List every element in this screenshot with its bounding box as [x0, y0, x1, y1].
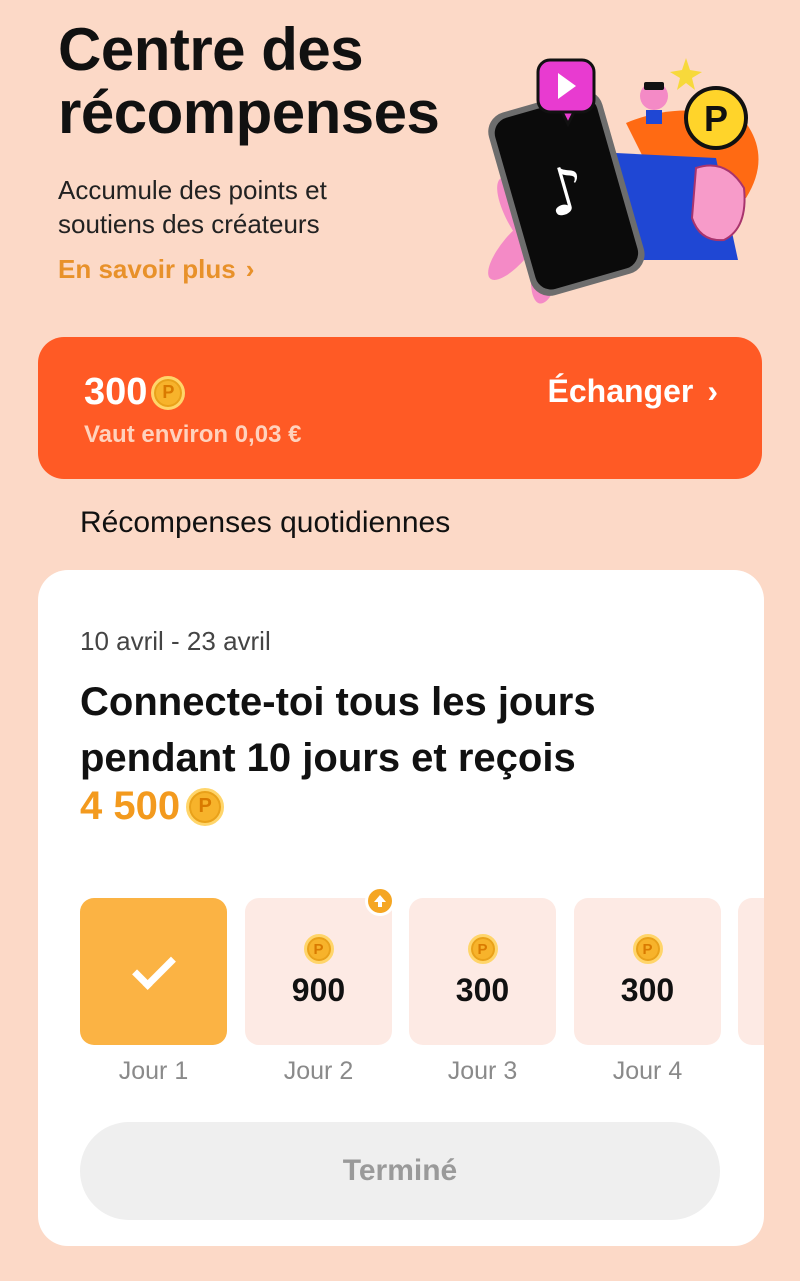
points-worth: Vaut environ 0,03 € [84, 421, 302, 448]
reward-value: 4 500 [80, 784, 181, 828]
exchange-label: Échanger [547, 373, 694, 409]
svg-text:P: P [704, 98, 728, 139]
day-label: Jour 1 [118, 1057, 189, 1085]
chevron-right-icon: › [707, 373, 718, 409]
learn-more-link[interactable]: En savoir plus › [58, 254, 254, 285]
day-value: 300 [455, 972, 510, 1008]
coin-icon: P [467, 934, 498, 964]
check-icon [131, 945, 176, 990]
boost-arrow-icon [365, 886, 395, 916]
page-title: Centre des récompenses [58, 16, 440, 146]
day-tile[interactable]: P 900 [245, 886, 395, 1045]
coin-icon: P [632, 934, 663, 964]
campaign-reward: 4 500 P [80, 784, 225, 829]
day-list[interactable]: Jour 1 P 900 Jour 2 P 300 Jour 3 P 300 J… [80, 886, 764, 1098]
day-value: 300 [620, 972, 675, 1008]
learn-more-label: En savoir plus [58, 254, 236, 284]
day-item-4[interactable]: P 300 Jour 4 [574, 898, 721, 1086]
day-tile[interactable]: P 300 [409, 898, 556, 1045]
rewards-page: Centre des récompenses Accumule des poin… [0, 0, 800, 1281]
day-label: Jour 2 [283, 1057, 354, 1085]
day-item-1[interactable]: Jour 1 [80, 898, 227, 1086]
daily-reward-card: 10 avril - 23 avril Connecte-toi tous le… [38, 570, 764, 1246]
day-tile[interactable] [80, 898, 227, 1045]
exchange-button[interactable]: Échanger › [548, 373, 718, 410]
day-item-5-partial[interactable] [738, 898, 764, 1045]
day-item-3[interactable]: P 300 Jour 3 [409, 898, 556, 1086]
day-tile[interactable] [738, 898, 764, 1045]
rewards-illustration: P ♪ [488, 58, 759, 304]
coin-icon: P [303, 934, 334, 964]
coin-icon: P [186, 787, 225, 826]
day-value: 900 [291, 972, 346, 1008]
campaign-headline: Connecte-toi tous les jours pendant 10 j… [80, 680, 596, 780]
day-tile[interactable]: P 300 [574, 898, 721, 1045]
points-balance-banner[interactable]: 300 P Vaut environ 0,03 € Échanger › [38, 337, 762, 479]
page-subtitle: Accumule des points et soutiens des créa… [58, 175, 327, 239]
day-label: Jour 3 [447, 1057, 518, 1085]
coin-icon: P [151, 375, 186, 410]
section-title: Récompenses quotidiennes [80, 506, 451, 539]
campaign-dates: 10 avril - 23 avril [80, 626, 271, 656]
day-label: Jour 4 [612, 1057, 683, 1085]
completed-button[interactable]: Terminé [80, 1122, 720, 1220]
points-balance: 300 P [84, 371, 186, 414]
day-item-2[interactable]: P 900 Jour 2 [245, 886, 395, 1086]
chevron-right-icon: › [245, 254, 255, 284]
points-value: 300 [84, 371, 148, 413]
